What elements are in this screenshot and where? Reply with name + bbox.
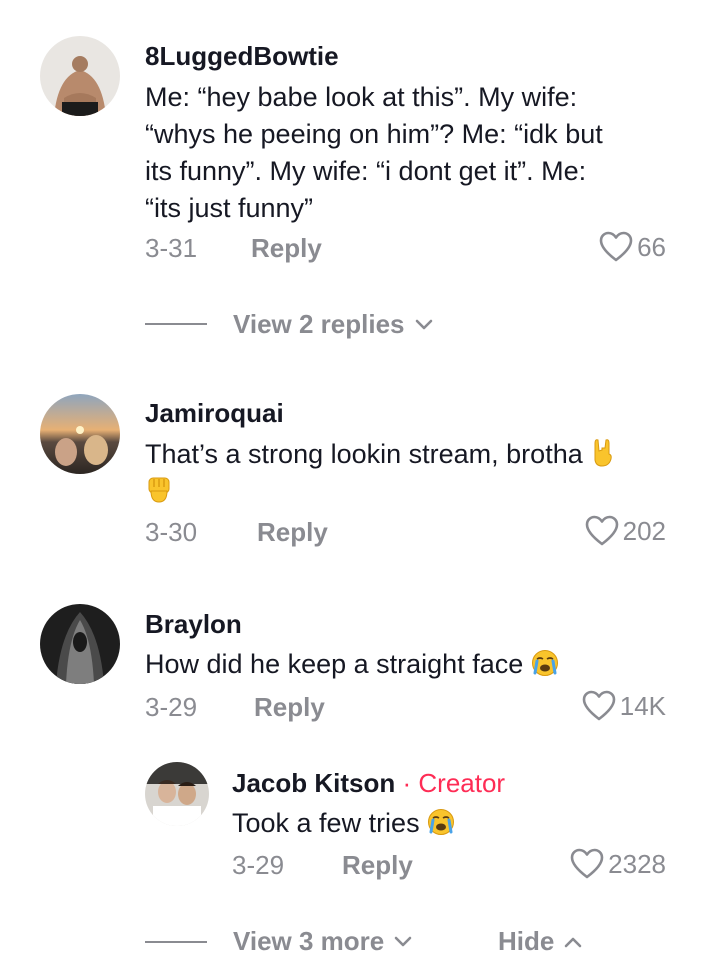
divider-line [145, 323, 207, 325]
comment-text: That’s a strong lookin stream, brotha [145, 435, 616, 473]
chevron-down-icon [394, 936, 412, 946]
comment-text: How did he keep a straight face [145, 645, 559, 683]
comment-date: 3-30 [145, 517, 198, 547]
comment-date: 3-29 [145, 692, 198, 722]
crying-face-emoji [531, 650, 558, 676]
username[interactable]: 8LuggedBowtie [145, 41, 339, 72]
like-count: 14K [619, 690, 666, 721]
separator-dot: · [402, 768, 412, 798]
comment-text-line: its funny”. My wife: “i dont get it”. Me… [145, 156, 587, 186]
username[interactable]: Braylon [145, 609, 242, 640]
hide-label: Hide [498, 926, 555, 956]
view-replies-label: View 2 replies [233, 309, 405, 339]
username[interactable]: Jacob Kitson [232, 768, 395, 798]
comment-date: 3-29 [232, 850, 285, 880]
like-count: 66 [637, 231, 666, 262]
like-button[interactable]: 202 [585, 515, 666, 547]
avatar[interactable] [40, 36, 120, 116]
reply-username: Jacob Kitson · Creator [232, 768, 505, 799]
reply-text: Took a few tries [232, 804, 455, 842]
like-button[interactable]: 14K [582, 690, 666, 722]
comment-text-line: “its just funny” [145, 193, 314, 223]
raised-fist-emoji [148, 477, 170, 503]
hide-button[interactable]: Hide [498, 926, 582, 957]
view-more-label: View 3 more [233, 926, 385, 956]
like-button[interactable]: 66 [599, 231, 666, 263]
creator-badge: Creator [418, 768, 506, 798]
reply-button[interactable]: Reply [251, 233, 322, 264]
like-count: 2328 [608, 848, 666, 879]
comment-date: 3-31 [145, 233, 198, 263]
avatar[interactable] [40, 604, 120, 684]
comment-text-line: “whys he peeing on him”? Me: “idk but [145, 119, 603, 149]
reply-button[interactable]: Reply [254, 692, 325, 723]
crying-face-emoji [428, 809, 455, 835]
divider-line [145, 941, 207, 943]
comment-text-line: Me: “hey babe look at this”. My wife: [145, 82, 578, 112]
chevron-up-icon [565, 937, 582, 947]
chevron-down-icon [415, 319, 432, 329]
heart-outline-icon [585, 515, 618, 546]
comment-text-wrap [145, 474, 173, 509]
view-replies-button[interactable]: View 2 replies [233, 309, 433, 340]
like-count: 202 [622, 515, 666, 546]
avatar[interactable] [40, 394, 120, 474]
reply-button[interactable]: Reply [257, 517, 328, 548]
heart-outline-icon [582, 690, 616, 721]
like-button[interactable]: 2328 [570, 848, 666, 880]
username[interactable]: Jamiroquai [145, 398, 284, 429]
view-more-button[interactable]: View 3 more [233, 926, 412, 957]
heart-outline-icon [570, 848, 604, 879]
reply-button[interactable]: Reply [342, 850, 413, 881]
rock-on-emoji [594, 439, 612, 467]
heart-outline-icon [599, 231, 633, 262]
avatar[interactable] [145, 762, 209, 826]
